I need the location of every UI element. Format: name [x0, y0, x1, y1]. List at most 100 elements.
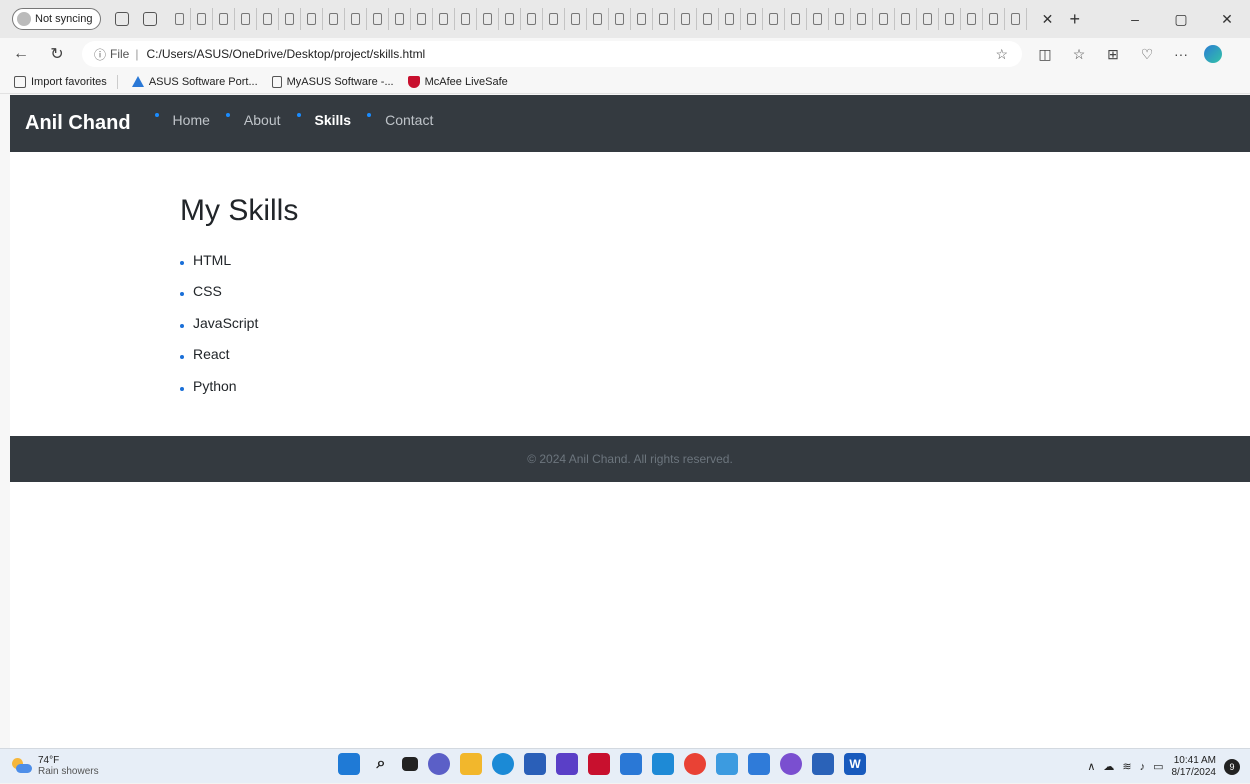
tab[interactable] — [323, 8, 346, 30]
browser-essentials-icon[interactable]: ♡ — [1130, 46, 1164, 63]
restore-icon[interactable]: ▢ — [1158, 11, 1204, 28]
favorite-import[interactable]: Import favorites — [14, 75, 107, 88]
feedback-icon[interactable] — [620, 753, 642, 775]
tab[interactable] — [279, 8, 302, 30]
tab[interactable] — [895, 8, 918, 30]
favorite-star-icon[interactable]: ☆ — [995, 46, 1008, 63]
edge-icon[interactable] — [492, 753, 514, 775]
tab[interactable] — [389, 8, 412, 30]
tab[interactable] — [829, 8, 852, 30]
mcafee-icon[interactable] — [588, 753, 610, 775]
tab[interactable] — [741, 8, 764, 30]
vscode-icon[interactable] — [652, 753, 674, 775]
search-icon[interactable]: ⌕ — [370, 753, 392, 775]
nav-item-skills[interactable]: Skills — [296, 112, 351, 128]
tab[interactable] — [565, 8, 588, 30]
bullet-icon — [367, 112, 372, 117]
page-icon — [417, 13, 427, 25]
volume-icon[interactable]: ♪ — [1140, 761, 1146, 773]
chevron-up-icon[interactable]: ∧ — [1087, 760, 1095, 773]
page-icon — [461, 13, 471, 25]
tab[interactable] — [807, 8, 830, 30]
collections-icon[interactable]: ⊞ — [1096, 46, 1130, 63]
site-nav: Home About Skills Contact — [139, 112, 433, 128]
tab[interactable] — [653, 8, 676, 30]
tab[interactable] — [697, 8, 720, 30]
close-window-icon[interactable]: ✕ — [1204, 11, 1250, 28]
tab-active[interactable] — [1005, 8, 1028, 30]
copilot-icon[interactable] — [1204, 45, 1222, 63]
tab[interactable] — [917, 8, 940, 30]
more-icon[interactable]: ··· — [1164, 46, 1198, 62]
site-brand[interactable]: Anil Chand — [25, 112, 131, 135]
tab[interactable] — [719, 8, 742, 30]
word-icon[interactable]: W — [844, 753, 866, 775]
asus-app-icon[interactable] — [556, 753, 578, 775]
nav-item-home[interactable]: Home — [154, 112, 210, 128]
tab[interactable] — [257, 8, 280, 30]
store-icon[interactable] — [524, 753, 546, 775]
system-tray: ∧ ☁ ≋ ♪ ▭ 10:41 AM 8/17/2024 9 — [1087, 749, 1240, 784]
workspaces-icon[interactable] — [115, 12, 130, 26]
favorite-myasus[interactable]: MyASUS Software -... — [271, 75, 394, 88]
tab[interactable] — [939, 8, 962, 30]
tab[interactable] — [433, 8, 456, 30]
viber-icon[interactable] — [780, 753, 802, 775]
task-view-icon[interactable] — [402, 757, 418, 771]
tab[interactable] — [499, 8, 522, 30]
tab[interactable] — [521, 8, 544, 30]
skill-label: Python — [193, 377, 237, 394]
refresh-icon[interactable]: ↻ — [42, 44, 72, 64]
page-icon — [857, 13, 867, 25]
tab[interactable] — [455, 8, 478, 30]
favorite-mcafee[interactable]: McAfee LiveSafe — [407, 75, 508, 88]
tab[interactable] — [983, 8, 1006, 30]
back-icon[interactable]: ← — [6, 45, 36, 63]
tab[interactable] — [301, 8, 324, 30]
close-tab-icon[interactable]: ✕ — [1039, 11, 1055, 28]
chat-icon[interactable] — [428, 753, 450, 775]
split-screen-icon[interactable]: ◫ — [1028, 46, 1062, 63]
tab[interactable] — [367, 8, 390, 30]
nav-item-about[interactable]: About — [225, 112, 281, 128]
tab[interactable] — [675, 8, 698, 30]
photos-icon[interactable] — [748, 753, 770, 775]
file-explorer-icon[interactable] — [460, 753, 482, 775]
tab[interactable] — [961, 8, 984, 30]
tab[interactable] — [169, 8, 192, 30]
wifi-icon[interactable]: ≋ — [1122, 760, 1131, 773]
nav-item-contact[interactable]: Contact — [367, 112, 433, 128]
minimize-icon[interactable]: – — [1112, 11, 1158, 27]
notepad-icon[interactable] — [716, 753, 738, 775]
favorite-asus-portal[interactable]: ASUS Software Port... — [131, 76, 258, 88]
chrome-icon[interactable] — [684, 753, 706, 775]
tab[interactable] — [609, 8, 632, 30]
tab[interactable] — [477, 8, 500, 30]
tab[interactable] — [345, 8, 368, 30]
clock[interactable]: 10:41 AM 8/17/2024 — [1172, 755, 1217, 779]
favorites-icon[interactable]: ☆ — [1062, 46, 1096, 63]
tab[interactable] — [763, 8, 786, 30]
profile-button[interactable]: Not syncing — [12, 8, 102, 30]
tab[interactable] — [851, 8, 874, 30]
tab[interactable] — [235, 8, 258, 30]
tab[interactable] — [587, 8, 610, 30]
notification-badge[interactable]: 9 — [1224, 758, 1240, 775]
address-bar[interactable]: ⓘ File | C:/Users/ASUS/OneDrive/Desktop/… — [82, 41, 1022, 67]
tab[interactable] — [631, 8, 654, 30]
tab[interactable] — [411, 8, 434, 30]
tab[interactable] — [543, 8, 566, 30]
start-icon[interactable] — [338, 753, 360, 775]
tab[interactable] — [785, 8, 808, 30]
cloud-icon[interactable]: ☁ — [1103, 760, 1114, 773]
weather-widget[interactable]: 74°F Rain showers — [10, 755, 99, 777]
tab-actions-icon[interactable] — [143, 12, 158, 26]
info-icon[interactable]: ⓘ — [94, 46, 106, 63]
tab[interactable] — [873, 8, 896, 30]
new-tab-button[interactable]: + — [1069, 9, 1080, 30]
skill-label: React — [193, 346, 230, 363]
tab[interactable] — [191, 8, 214, 30]
tab[interactable] — [213, 8, 236, 30]
phone-link-icon[interactable] — [812, 753, 834, 775]
battery-icon[interactable]: ▭ — [1153, 760, 1163, 773]
